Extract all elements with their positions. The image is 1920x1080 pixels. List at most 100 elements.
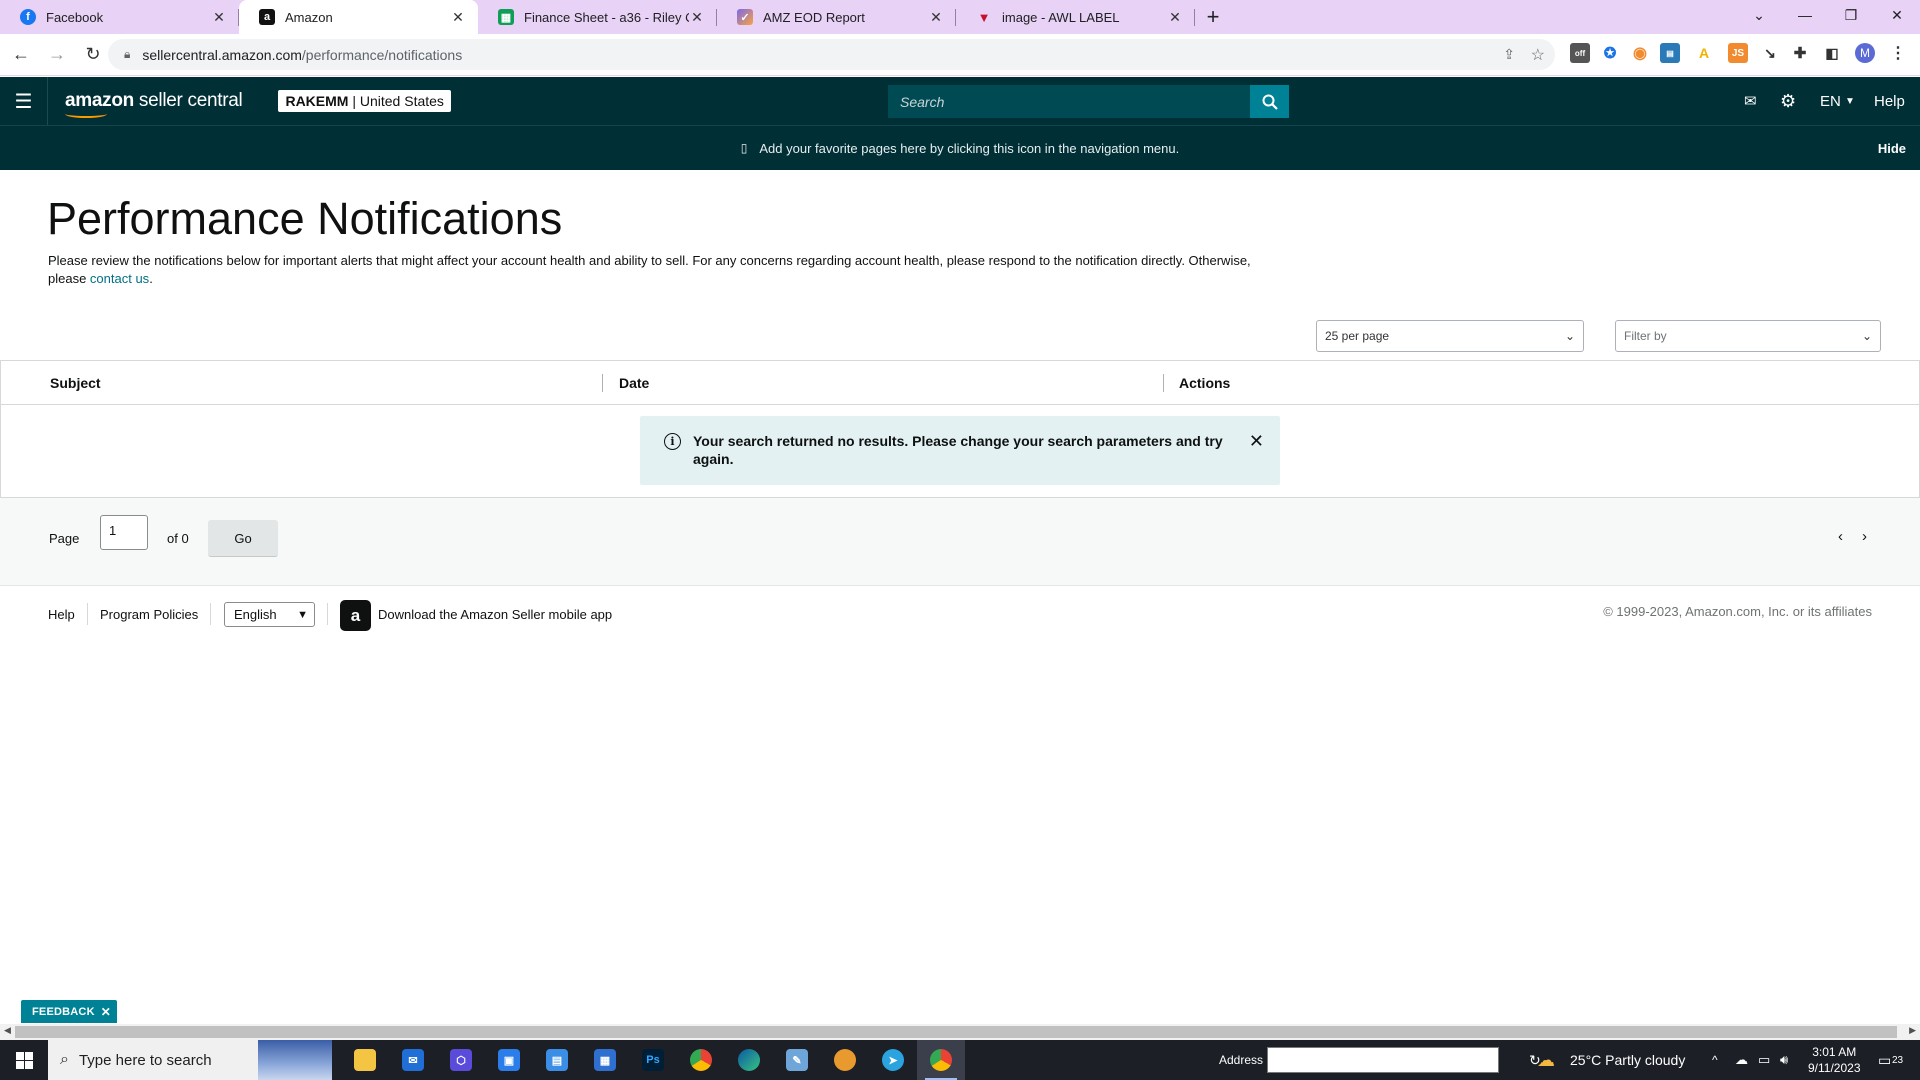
- browser-tab-awl-label[interactable]: ▼ image - AWL LABEL ✕: [956, 0, 1195, 34]
- close-icon[interactable]: ✕: [101, 1005, 111, 1019]
- taskbar-mail[interactable]: ✉: [389, 1040, 437, 1080]
- download-app-link[interactable]: Download the Amazon Seller mobile app: [378, 607, 612, 622]
- volume-icon[interactable]: 🔊︎: [1780, 1040, 1788, 1080]
- per-page-select[interactable]: 25 per page ⌄: [1316, 320, 1584, 352]
- store-icon: ▣: [498, 1049, 520, 1071]
- address-toolbar-input[interactable]: [1267, 1047, 1499, 1073]
- alert-message: Your search returned no results. Please …: [693, 433, 1223, 467]
- hexagon-app-icon: ⬡: [450, 1049, 472, 1071]
- start-button[interactable]: [0, 1040, 48, 1080]
- language-selector[interactable]: EN ▼: [1820, 77, 1855, 125]
- taskbar-search[interactable]: ⌕ Type here to search: [48, 1040, 332, 1080]
- column-subject[interactable]: Subject: [50, 361, 101, 405]
- filter-by-select[interactable]: Filter by ⌄: [1615, 320, 1881, 352]
- weather-text[interactable]: 25°C Partly cloudy: [1570, 1040, 1685, 1080]
- share-icon[interactable]: ⇪: [1503, 46, 1515, 63]
- footer-help-link[interactable]: Help: [48, 607, 75, 622]
- close-tab-icon[interactable]: ✕: [1167, 9, 1183, 26]
- account-region: United States: [359, 93, 444, 109]
- chrome-profile-icon: [930, 1049, 952, 1071]
- program-policies-link[interactable]: Program Policies: [100, 607, 198, 622]
- extension-arrow-icon[interactable]: ↘: [1760, 43, 1780, 63]
- lock-icon[interactable]: 🔒︎: [124, 47, 130, 62]
- taskbar-store[interactable]: ▣: [485, 1040, 533, 1080]
- network-icon[interactable]: ▭: [1758, 1040, 1770, 1080]
- taskbar-clock[interactable]: 3:01 AM 9/11/2023: [1808, 1040, 1861, 1080]
- extension-blue-icon[interactable]: ✪: [1600, 43, 1620, 63]
- column-divider: [1163, 374, 1164, 392]
- close-tab-icon[interactable]: ✕: [689, 9, 705, 26]
- page-number-input[interactable]: 1: [100, 515, 148, 550]
- profile-avatar[interactable]: M: [1855, 43, 1875, 63]
- taskbar-telegram[interactable]: ➤: [869, 1040, 917, 1080]
- browser-menu-icon[interactable]: ⋮: [1888, 43, 1908, 63]
- seller-search-input[interactable]: Search: [888, 85, 1250, 118]
- side-panel-icon[interactable]: ◧: [1822, 43, 1842, 63]
- address-bar[interactable]: 🔒︎ sellercentral.amazon.com/performance/…: [108, 39, 1555, 70]
- contact-us-link[interactable]: contact us: [90, 271, 149, 286]
- telegram-icon: ➤: [882, 1049, 904, 1071]
- menu-icon[interactable]: ☰: [0, 77, 48, 125]
- taskbar-file-explorer[interactable]: [341, 1040, 389, 1080]
- photoshop-icon: Ps: [642, 1049, 664, 1071]
- taskbar-app-blue[interactable]: ▤: [533, 1040, 581, 1080]
- filter-placeholder: Filter by: [1624, 329, 1667, 343]
- tab-title: Facebook: [46, 9, 104, 25]
- seller-app-icon[interactable]: a: [340, 600, 371, 631]
- account-switcher[interactable]: RAKEMM | United States: [278, 90, 451, 112]
- extension-amazon-icon[interactable]: A: [1694, 43, 1714, 63]
- close-window-icon[interactable]: ✕: [1874, 0, 1920, 30]
- tray-overflow-icon[interactable]: ^: [1712, 1040, 1718, 1080]
- go-button[interactable]: Go: [208, 520, 278, 557]
- column-date[interactable]: Date: [619, 361, 649, 405]
- reload-icon[interactable]: ↻: [78, 40, 108, 70]
- extension-js-icon[interactable]: JS: [1728, 43, 1748, 63]
- seller-central-logo[interactable]: amazon seller central: [65, 90, 243, 118]
- taskbar-app-pen[interactable]: ✎: [773, 1040, 821, 1080]
- scrollbar-thumb[interactable]: [15, 1026, 1897, 1038]
- browser-tab-eod-report[interactable]: ✓ AMZ EOD Report ✕: [717, 0, 956, 34]
- taskbar-photoshop[interactable]: Ps: [629, 1040, 677, 1080]
- browser-tab-facebook[interactable]: f Facebook ✕: [0, 0, 239, 34]
- scroll-right-icon[interactable]: ▶: [1909, 1025, 1916, 1036]
- close-tab-icon[interactable]: ✕: [450, 9, 466, 26]
- browser-tab-finance-sheet[interactable]: ▦ Finance Sheet - a36 - Riley Cook ✕: [478, 0, 717, 34]
- close-icon[interactable]: ✕: [1249, 431, 1264, 452]
- close-tab-icon[interactable]: ✕: [928, 9, 944, 26]
- footer-language-select[interactable]: English ▼: [224, 602, 315, 627]
- taskbar-calculator[interactable]: ▦: [581, 1040, 629, 1080]
- mail-icon[interactable]: ✉: [1744, 77, 1757, 125]
- horizontal-scrollbar[interactable]: ◀ ▶: [0, 1024, 1920, 1041]
- browser-tab-amazon[interactable]: a Amazon ✕: [239, 0, 478, 34]
- close-tab-icon[interactable]: ✕: [211, 9, 227, 26]
- hide-banner-button[interactable]: Hide: [1878, 141, 1906, 156]
- feedback-button[interactable]: FEEDBACK ✕: [21, 1000, 117, 1023]
- notifications-icon[interactable]: ▭: [1878, 1040, 1891, 1080]
- taskbar-app-orange[interactable]: [821, 1040, 869, 1080]
- scroll-left-icon[interactable]: ◀: [4, 1025, 11, 1036]
- extension-orange-icon[interactable]: ◉: [1630, 43, 1650, 63]
- extension-chart-icon[interactable]: ▤: [1660, 43, 1680, 63]
- weather-icon[interactable]: ☁: [1537, 1040, 1555, 1080]
- back-icon[interactable]: ←: [6, 40, 36, 70]
- restore-icon[interactable]: ❐: [1828, 0, 1874, 30]
- minimize-icon[interactable]: —: [1782, 0, 1828, 30]
- extensions-puzzle-icon[interactable]: ✚: [1790, 43, 1810, 63]
- search-button[interactable]: [1250, 85, 1289, 118]
- onedrive-icon[interactable]: ☁: [1735, 1040, 1748, 1080]
- settings-gear-icon[interactable]: ⚙: [1780, 77, 1796, 125]
- next-page-icon[interactable]: ›: [1862, 528, 1867, 545]
- help-link[interactable]: Help: [1874, 77, 1905, 125]
- windows-icon: [15, 1051, 33, 1069]
- address-toolbar: [1267, 1040, 1499, 1080]
- bookmark-star-icon[interactable]: ☆: [1531, 45, 1545, 65]
- forward-icon[interactable]: →: [42, 40, 72, 70]
- taskbar-app-hex[interactable]: ⬡: [437, 1040, 485, 1080]
- taskbar-edge[interactable]: [725, 1040, 773, 1080]
- new-tab-button[interactable]: +: [1195, 0, 1231, 34]
- taskbar-chrome[interactable]: [677, 1040, 725, 1080]
- extension-off-icon[interactable]: off: [1570, 43, 1590, 63]
- tab-search-icon[interactable]: ⌄: [1736, 0, 1782, 30]
- taskbar-chrome-profile[interactable]: [917, 1040, 965, 1080]
- previous-page-icon[interactable]: ‹: [1838, 528, 1843, 545]
